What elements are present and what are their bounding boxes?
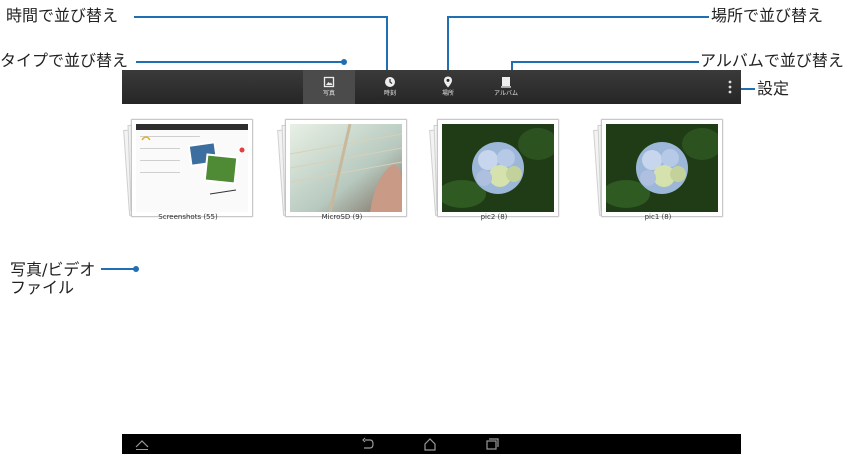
action-bar: 写真 時刻 場所 アルバム	[122, 70, 741, 104]
sort-by-time-callout: 時間で並び替え	[6, 6, 119, 25]
album-pic2[interactable]: pic2 (8)	[424, 116, 564, 228]
tab-album[interactable]: アルバム	[480, 70, 532, 104]
back-icon[interactable]	[360, 437, 376, 451]
callout-line	[447, 16, 709, 18]
hydrangea-thumb	[602, 120, 722, 216]
collapse-icon[interactable]	[134, 437, 150, 451]
callout-dot	[133, 266, 139, 272]
album-label: MicroSD (9)	[321, 213, 363, 221]
album-microsd[interactable]: MicroSD (9)	[272, 116, 412, 228]
tab-time-label: 時刻	[383, 90, 396, 97]
photo-icon	[323, 76, 335, 88]
tab-time[interactable]: 時刻	[364, 70, 416, 104]
tab-photos-label: 写真	[322, 90, 335, 97]
callout-line	[511, 61, 699, 63]
album-pic1[interactable]: pic1 (8)	[588, 116, 728, 228]
callout-line	[136, 61, 344, 63]
tab-location[interactable]: 場所	[422, 70, 474, 104]
callout-dot	[341, 59, 347, 65]
screenshot-thumb	[132, 120, 252, 216]
home-icon[interactable]	[422, 437, 438, 451]
sort-by-album-callout: アルバムで並び替え	[700, 51, 844, 70]
tab-album-label: アルバム	[494, 90, 518, 97]
guitar-thumb	[286, 120, 406, 216]
tab-photos[interactable]: 写真	[303, 70, 355, 104]
recent-apps-icon[interactable]	[484, 437, 500, 451]
hydrangea-thumb	[438, 120, 558, 216]
sort-by-location-callout: 場所で並び替え	[711, 6, 824, 25]
media-files-callout-line2: ファイル	[10, 278, 75, 297]
album-label: pic2 (8)	[480, 213, 508, 221]
album-icon	[501, 77, 511, 88]
media-files-callout-line1: 写真/ビデオ	[10, 260, 96, 279]
callout-line	[101, 268, 135, 270]
tab-location-label: 場所	[441, 90, 454, 97]
album-label: pic1 (8)	[644, 213, 672, 221]
overflow-menu-icon[interactable]	[726, 79, 734, 95]
settings-callout: 設定	[757, 79, 790, 98]
album-screenshots[interactable]: Screenshots (55)	[118, 116, 258, 228]
album-label: Screenshots (55)	[158, 213, 218, 221]
navigation-bar	[122, 434, 741, 454]
callout-line	[134, 16, 387, 18]
sort-by-type-callout: タイプで並び替え	[0, 51, 129, 70]
location-pin-icon	[444, 76, 452, 88]
media-files-callout: 写真/ビデオ ファイル	[10, 261, 95, 297]
clock-icon	[385, 77, 395, 87]
